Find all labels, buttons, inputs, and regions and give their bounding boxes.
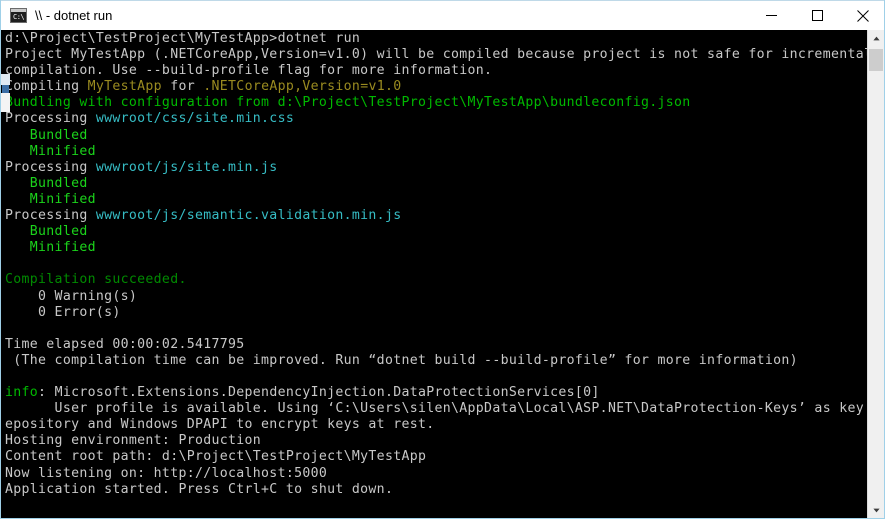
scroll-up-button[interactable] xyxy=(868,30,884,47)
title-bar-left: C:\ \\ - dotnet run xyxy=(1,8,748,23)
console-span: Minified xyxy=(29,191,96,207)
console-span: Minified xyxy=(29,143,96,159)
console-span: Bundled xyxy=(29,175,88,191)
close-icon xyxy=(857,9,869,22)
console-line: 0 Error(s) xyxy=(5,305,860,321)
console-span: Content root path: d:\Project\TestProjec… xyxy=(5,449,427,465)
console-line: epository and Windows DPAPI to encrypt k… xyxy=(5,417,860,433)
console-span xyxy=(5,176,30,191)
console-line: Application started. Press Ctrl+C to shu… xyxy=(5,482,860,498)
console-line: Content root path: d:\Project\TestProjec… xyxy=(5,449,860,465)
console-window: C:\ \\ - dotnet run d:\Project\TestProje… xyxy=(0,0,885,519)
console-line: Compiling MyTestApp for .NETCoreApp,Vers… xyxy=(5,79,860,95)
maximize-icon xyxy=(811,10,823,21)
console-span: Processing xyxy=(5,159,96,175)
console-span: Project MyTestApp (.NETCoreApp,Version=v… xyxy=(5,47,873,63)
console-line: Bundled xyxy=(5,224,860,240)
console-span: info xyxy=(5,385,39,401)
console-span: compilation. Use --build-profile flag fo… xyxy=(5,63,493,79)
console-span: Compiling xyxy=(5,79,88,95)
console-line: Hosting environment: Production xyxy=(5,433,860,449)
console-icon-titlestripe xyxy=(11,9,26,12)
console-span: Processing xyxy=(5,111,96,127)
console-text: d:\Project\TestProject\MyTestApp>dotnet … xyxy=(5,31,881,498)
console-span: epository and Windows DPAPI to encrypt k… xyxy=(5,417,435,433)
console-line: Time elapsed 00:00:02.5417795 xyxy=(5,337,860,353)
console-span: Application started. Press Ctrl+C to shu… xyxy=(5,481,394,497)
console-app-icon: C:\ xyxy=(10,8,27,23)
console-span: 0 Error(s) xyxy=(5,304,121,320)
console-span: Minified xyxy=(29,240,96,256)
console-line: 0 Warning(s) xyxy=(5,289,860,305)
console-line: Project MyTestApp (.NETCoreApp,Version=v… xyxy=(5,47,872,63)
console-line: User profile is available. Using ‘C:\Use… xyxy=(5,401,881,417)
console-line: Bundling with configuration from d:\Proj… xyxy=(5,95,860,111)
minimize-icon xyxy=(765,15,777,16)
console-output-area[interactable]: d:\Project\TestProject\MyTestApp>dotnet … xyxy=(1,30,884,518)
console-line: Minified xyxy=(5,240,860,256)
vertical-scrollbar[interactable] xyxy=(867,30,884,518)
console-span: Hosting environment: Production xyxy=(5,433,262,449)
console-span: 0 Warning(s) xyxy=(5,288,138,304)
console-span: for xyxy=(161,79,204,95)
close-button[interactable] xyxy=(840,1,884,31)
console-line: compilation. Use --build-profile flag fo… xyxy=(5,63,860,79)
console-icon-prompt-glyph: C:\ xyxy=(13,13,25,21)
console-span: d:\Project\TestProject\MyTestApp>dotnet … xyxy=(5,31,361,46)
console-line: Minified xyxy=(5,144,860,160)
minimize-button[interactable] xyxy=(748,1,794,31)
console-span: Now listening on: http://localhost:5000 xyxy=(5,465,328,481)
console-line: d:\Project\TestProject\MyTestApp>dotnet … xyxy=(5,31,860,47)
background-window-titlebar xyxy=(1,74,10,85)
console-span: Bundling with configuration from d:\Proj… xyxy=(5,95,691,111)
console-span: Compilation succeeded. xyxy=(5,272,187,288)
scroll-down-button[interactable] xyxy=(868,502,884,518)
console-span xyxy=(5,192,30,207)
scrollbar-track[interactable] xyxy=(868,47,884,502)
console-line: Processing wwwroot/js/site.min.js xyxy=(5,160,860,176)
console-line: Processing wwwroot/js/semantic.validatio… xyxy=(5,208,860,224)
title-bar[interactable]: C:\ \\ - dotnet run xyxy=(1,0,884,31)
console-line: Bundled xyxy=(5,176,860,192)
console-span: (The compilation time can be improved. R… xyxy=(5,352,798,368)
console-span xyxy=(5,144,30,159)
console-span: Bundled xyxy=(29,127,88,143)
maximize-button[interactable] xyxy=(794,1,840,31)
console-line: Bundled xyxy=(5,128,860,144)
window-title: \\ - dotnet run xyxy=(35,8,113,23)
console-span: Time elapsed 00:00:02.5417795 xyxy=(5,336,245,352)
console-line: info: Microsoft.Extensions.DependencyInj… xyxy=(5,385,860,401)
console-line: Processing wwwroot/css/site.min.css xyxy=(5,111,860,127)
background-window-sliver xyxy=(1,74,10,112)
console-line: Now listening on: http://localhost:5000 xyxy=(5,466,860,482)
console-span xyxy=(5,128,30,143)
background-window-body xyxy=(1,93,10,112)
console-span: wwwroot/js/site.min.js xyxy=(95,159,278,175)
console-span xyxy=(5,240,30,255)
console-span: .NETCoreApp,Version=v1.0 xyxy=(203,79,402,95)
console-span: User profile is available. Using ‘C:\Use… xyxy=(5,401,881,417)
console-span: Processing xyxy=(5,208,96,224)
console-span: Bundled xyxy=(29,224,88,240)
console-span xyxy=(5,224,30,239)
console-span: MyTestApp xyxy=(87,79,162,95)
console-span: wwwroot/js/semantic.validation.min.js xyxy=(95,208,402,224)
console-span: : Microsoft.Extensions.DependencyInjecti… xyxy=(38,385,600,401)
scroll-down-arrow-icon xyxy=(872,508,880,513)
console-span: wwwroot/css/site.min.css xyxy=(95,111,295,127)
caption-buttons xyxy=(748,1,884,31)
console-line: Compilation succeeded. xyxy=(5,272,860,288)
console-line: Minified xyxy=(5,192,860,208)
background-window-icon xyxy=(2,85,9,93)
scroll-up-arrow-icon xyxy=(872,36,880,41)
scrollbar-thumb[interactable] xyxy=(869,49,883,71)
console-line: (The compilation time can be improved. R… xyxy=(5,353,860,369)
